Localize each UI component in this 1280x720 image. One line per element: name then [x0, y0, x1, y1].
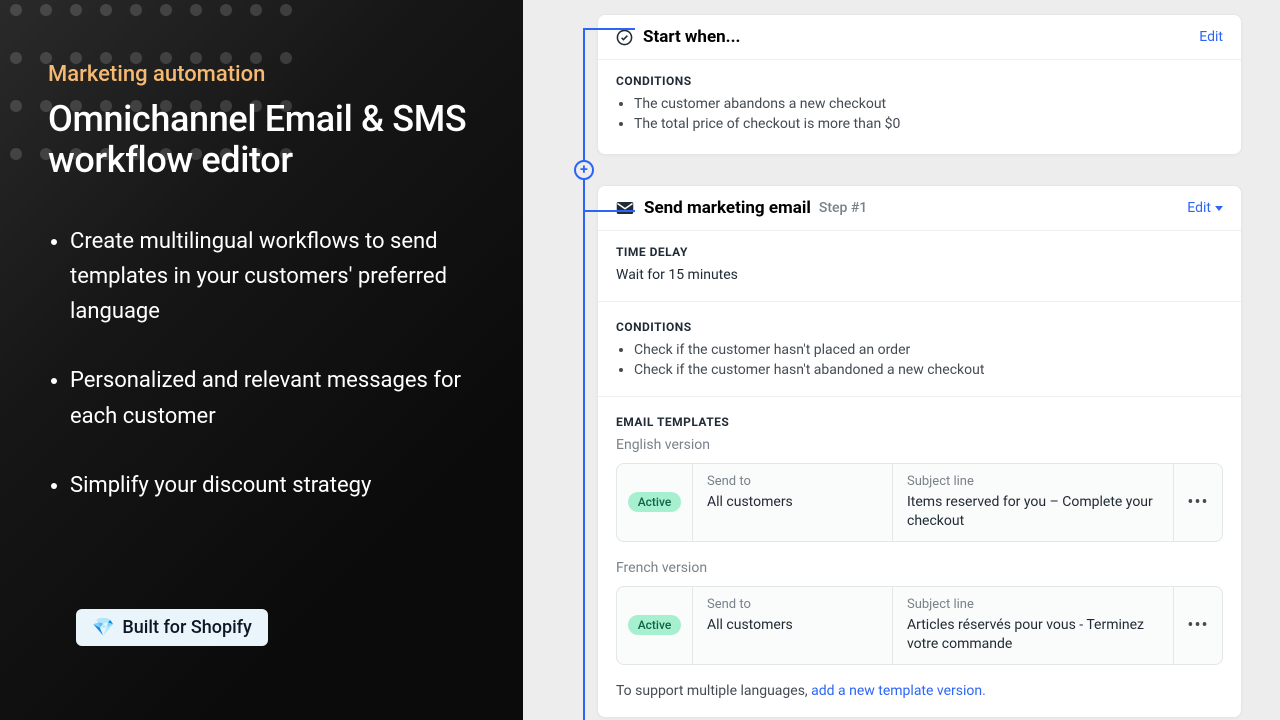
- more-actions-icon[interactable]: •••: [1187, 492, 1208, 513]
- decorative-dots: [10, 4, 292, 178]
- send-to-label: Send to: [707, 474, 878, 489]
- status-badge: Active: [628, 492, 682, 512]
- subject-label: Subject line: [907, 474, 1159, 489]
- mail-icon: [616, 201, 634, 215]
- badge-text: Built for Shopify: [122, 617, 251, 638]
- promo-pane: Marketing automation Omnichannel Email &…: [0, 0, 523, 720]
- template-version-label: French version: [616, 560, 1223, 576]
- chevron-down-icon: [1215, 206, 1223, 211]
- promo-bullet: Personalized and relevant messages for e…: [70, 363, 470, 433]
- step-number: Step #1: [819, 200, 867, 216]
- diamond-icon: 💎: [92, 617, 114, 638]
- condition-item: The customer abandons a new checkout: [634, 96, 1223, 112]
- status-badge: Active: [628, 615, 682, 635]
- conditions-heading: CONDITIONS: [616, 320, 1223, 334]
- promo-bullet: Create multilingual workflows to send te…: [70, 224, 470, 330]
- subject-value: Articles réservés pour vous - Terminez v…: [907, 616, 1159, 654]
- template-version-label: English version: [616, 437, 1223, 453]
- condition-item: The total price of checkout is more than…: [634, 116, 1223, 132]
- condition-item: Check if the customer hasn't placed an o…: [634, 342, 1223, 358]
- check-circle-icon: [616, 29, 633, 46]
- time-delay-value: Wait for 15 minutes: [616, 267, 1223, 283]
- card-start: Start when... Edit CONDITIONS The custom…: [597, 14, 1242, 155]
- conditions-heading: CONDITIONS: [616, 74, 1223, 88]
- subject-label: Subject line: [907, 597, 1159, 612]
- send-to-value: All customers: [707, 616, 878, 635]
- subject-value: Items reserved for you – Complete your c…: [907, 493, 1159, 531]
- card-title: Start when...: [643, 27, 740, 47]
- edit-step-button[interactable]: Edit: [1187, 200, 1223, 216]
- flow-timeline: +: [575, 28, 591, 720]
- add-step-node[interactable]: +: [574, 160, 594, 180]
- template-card[interactable]: Active Send to All customers Subject lin…: [616, 463, 1223, 542]
- template-card[interactable]: Active Send to All customers Subject lin…: [616, 586, 1223, 665]
- card-send-email: Send marketing email Step #1 Edit TIME D…: [597, 185, 1242, 718]
- promo-bullet: Simplify your discount strategy: [70, 468, 470, 503]
- edit-start-button[interactable]: Edit: [1199, 29, 1223, 45]
- promo-bullets: Create multilingual workflows to send te…: [48, 224, 475, 503]
- time-delay-heading: TIME DELAY: [616, 245, 1223, 259]
- support-hint: To support multiple languages, add a new…: [616, 683, 1223, 699]
- more-actions-icon[interactable]: •••: [1187, 615, 1208, 636]
- workflow-editor: + Start when... Edit CONDITIONS The cust…: [523, 0, 1280, 720]
- send-to-label: Send to: [707, 597, 878, 612]
- email-templates-heading: EMAIL TEMPLATES: [616, 415, 1223, 429]
- condition-item: Check if the customer hasn't abandoned a…: [634, 362, 1223, 378]
- send-to-value: All customers: [707, 493, 878, 512]
- card-title: Send marketing email: [644, 198, 811, 218]
- add-template-version-link[interactable]: add a new template version.: [811, 683, 986, 699]
- built-for-shopify-badge: 💎 Built for Shopify: [76, 609, 268, 646]
